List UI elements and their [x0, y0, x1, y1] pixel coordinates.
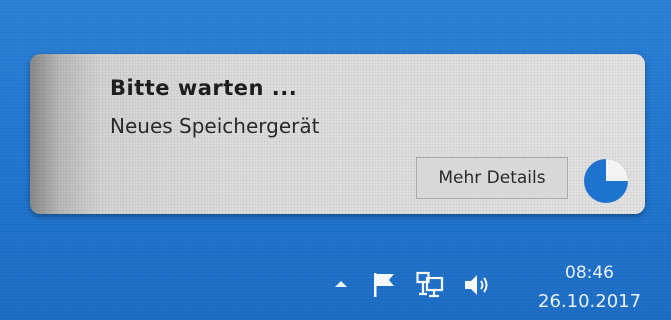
notification-title: Bitte warten ... — [110, 76, 298, 100]
more-details-button[interactable]: Mehr Details — [416, 157, 568, 199]
network-icon[interactable] — [416, 271, 446, 299]
show-hidden-icons-chevron-icon[interactable] — [334, 279, 348, 289]
flag-icon[interactable] — [372, 271, 398, 299]
volume-icon[interactable] — [462, 271, 494, 299]
taskbar-clock-date[interactable]: 26.10.2017 — [538, 291, 641, 312]
taskbar-clock-time[interactable]: 08:46 — [565, 263, 614, 283]
notification-message: Neues Speichergerät — [110, 114, 320, 138]
notification-toast[interactable]: Bitte warten ... Neues Speichergerät Meh… — [30, 54, 645, 214]
progress-pie-icon — [584, 159, 628, 203]
